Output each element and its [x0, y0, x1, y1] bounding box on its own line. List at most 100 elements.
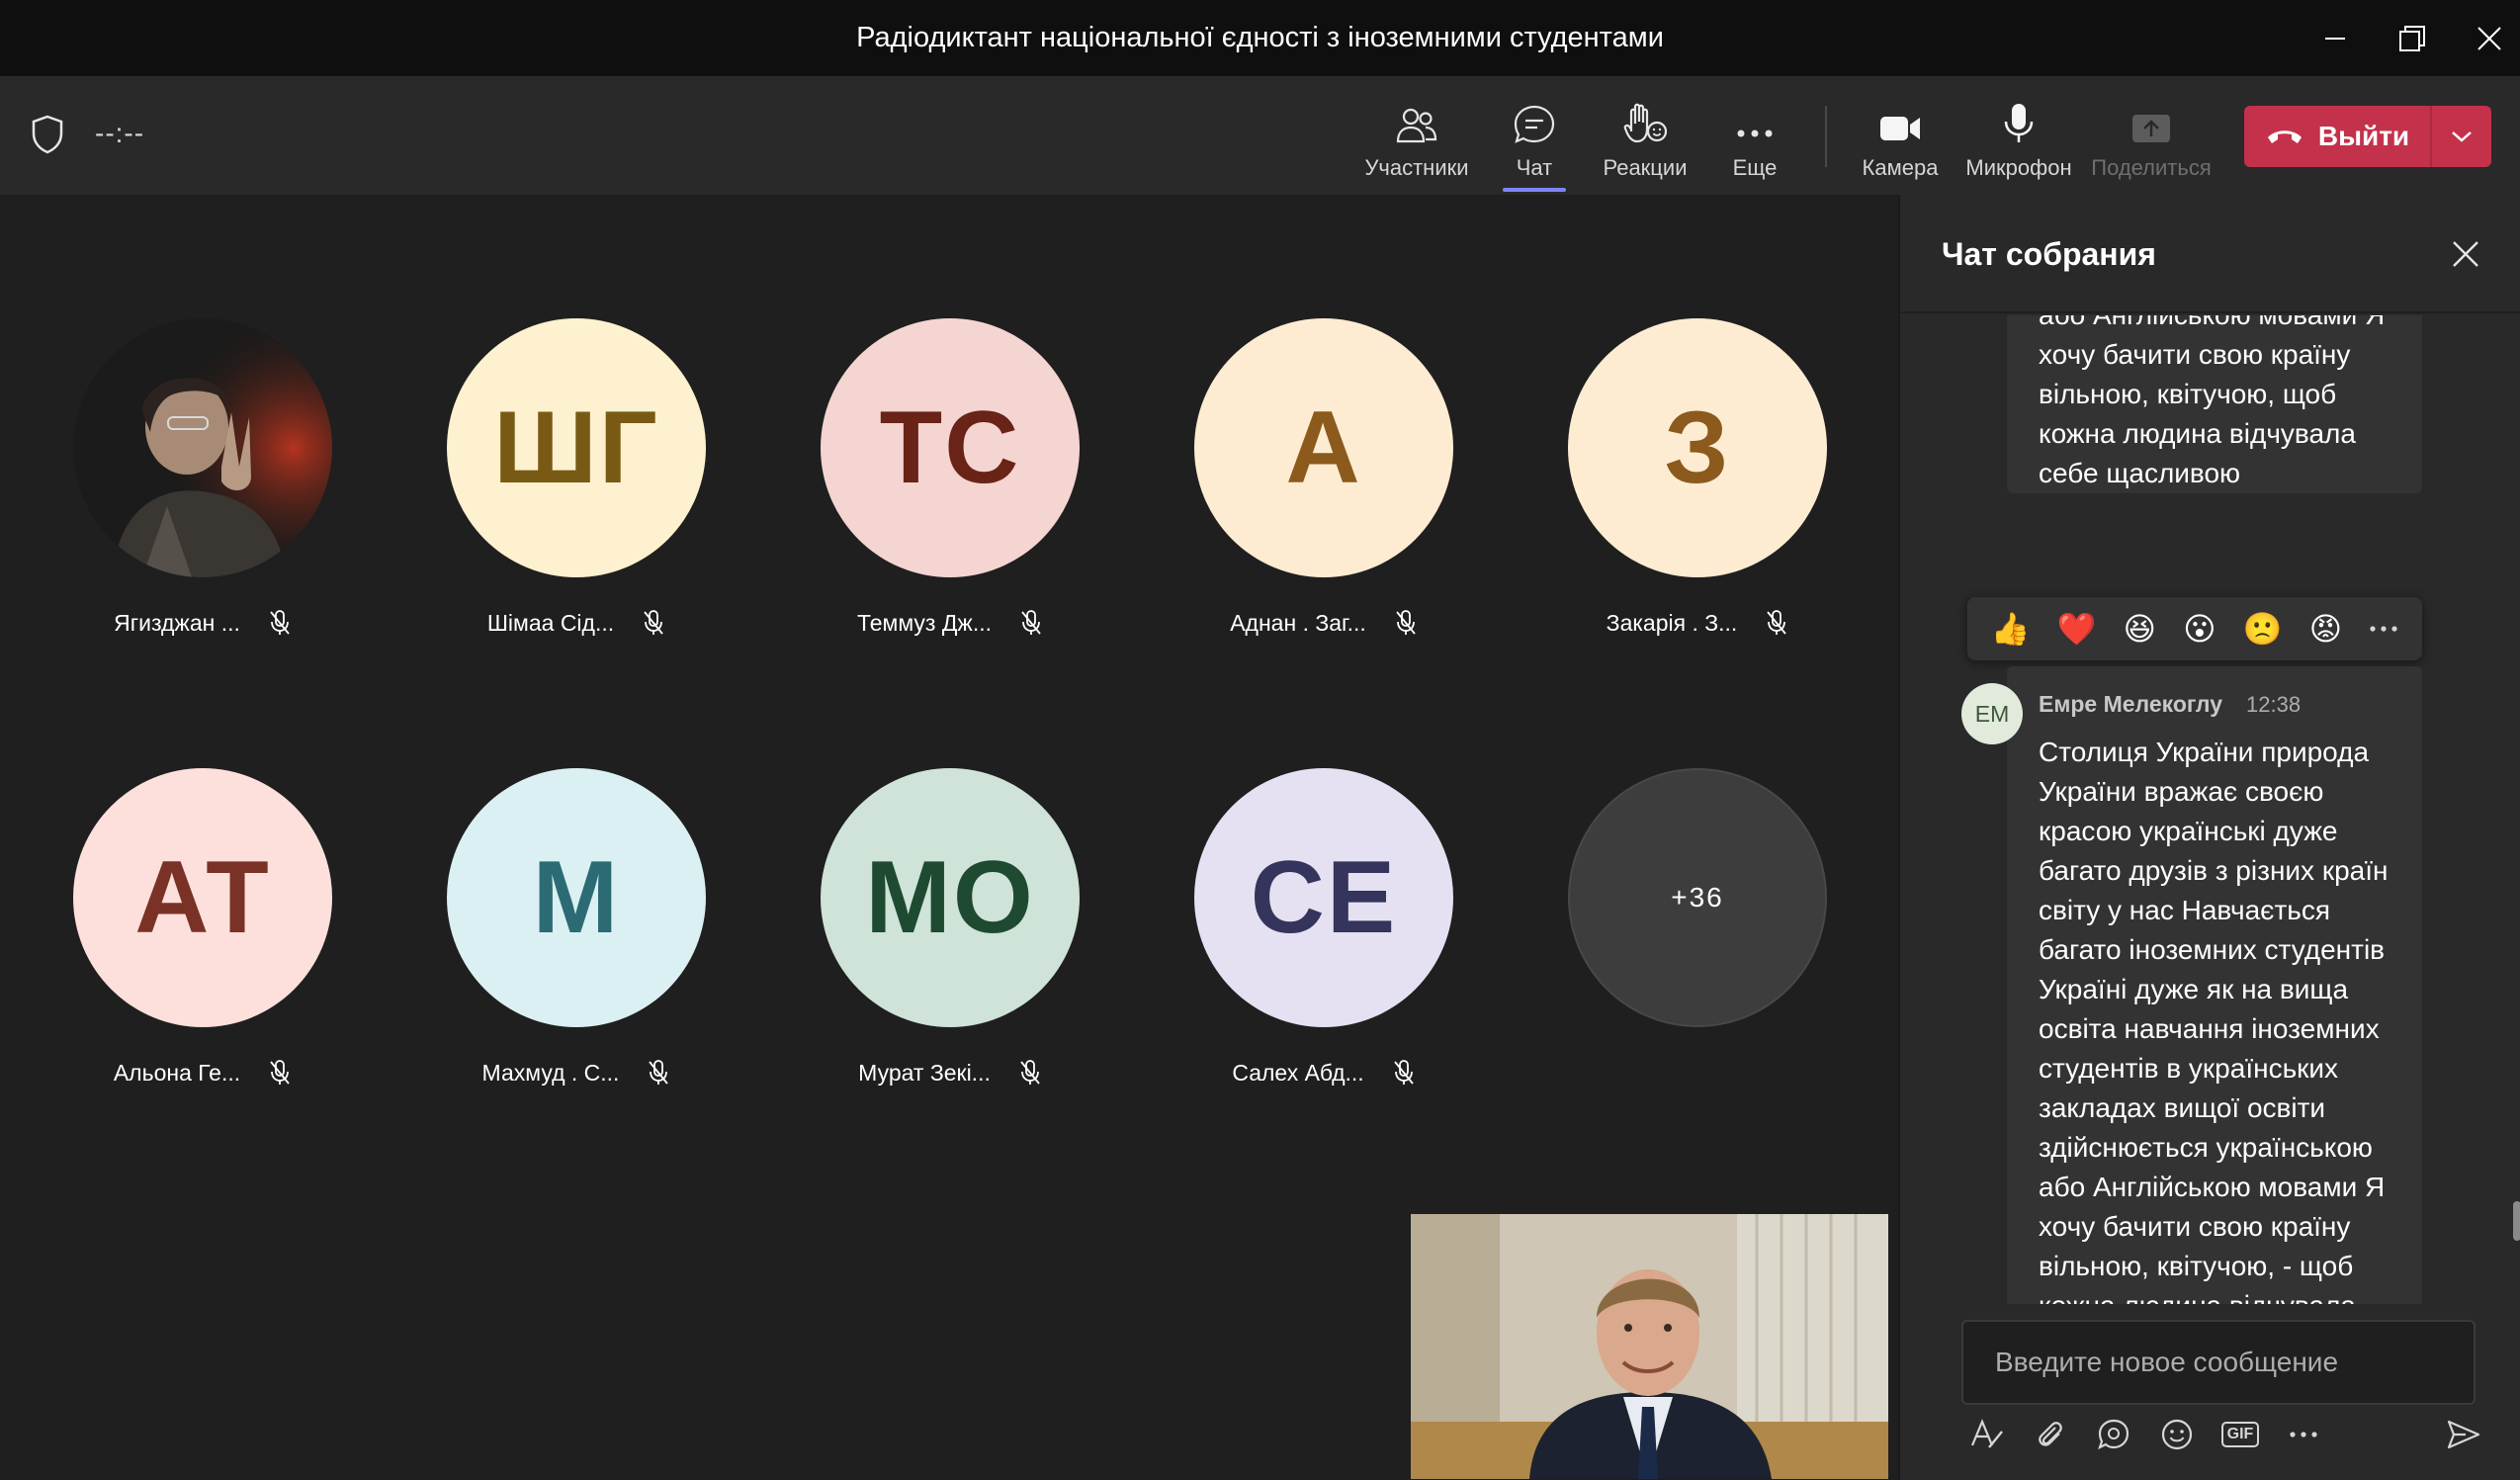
more-compose-options-button[interactable] [2282, 1413, 2325, 1456]
new-message-input[interactable] [1963, 1322, 2474, 1403]
paperclip-icon [2039, 1422, 2062, 1446]
more-options-icon[interactable] [2369, 624, 2398, 634]
microphone-icon [2004, 104, 2034, 142]
loop-icon [2098, 1419, 2129, 1450]
participant-tile[interactable]: ШГ Шімаа Сід... [407, 318, 706, 694]
chevron-down-icon [2452, 131, 2472, 142]
surprised-reaction[interactable]: 😮 [2183, 597, 2216, 660]
chat-message-list[interactable]: або Англійською мовами Я хочу бачити сво… [1900, 315, 2520, 1304]
shield-icon[interactable] [30, 114, 65, 155]
leave-label: Выйти [2317, 121, 2410, 151]
participant-tile[interactable]: СЕ Салех Абд... [1155, 768, 1453, 1144]
toolbar-separator [1825, 106, 1827, 167]
participant-tile[interactable]: ТС Теммуз Дж... [781, 318, 1080, 694]
participant-name-row: Ягизджан ... [73, 609, 332, 637]
chat-header: Чат собрания [1900, 195, 2520, 313]
participants-label: Участники [1364, 155, 1469, 180]
self-view-video[interactable] [1411, 1214, 1888, 1479]
message-author: Емре Мелекоглу [2039, 691, 2222, 717]
participant-name: Закарія . З... [1606, 609, 1738, 636]
laugh-reaction[interactable]: 😆 [2124, 597, 2156, 660]
format-button[interactable] [1965, 1413, 2009, 1456]
restore-button[interactable] [2374, 0, 2451, 76]
close-chat-icon[interactable] [2446, 234, 2485, 274]
participant-name: Аднан . Заг... [1230, 609, 1366, 636]
reactions-label: Реакции [1603, 155, 1688, 180]
participant-tile[interactable]: МО Мурат Зекі... [781, 768, 1080, 1144]
sad-reaction[interactable]: 🙁 [2243, 597, 2283, 660]
camera-icon [1880, 117, 1920, 140]
participant-name-row: Салех Абд... [1194, 1059, 1453, 1087]
people-icon [1396, 108, 1437, 143]
loop-button[interactable] [2092, 1413, 2135, 1456]
message-text: або Англійською мовами Я хочу бачити сво… [2039, 315, 2385, 488]
mic-muted-icon [270, 1060, 290, 1085]
self-view-photo [1411, 1214, 1888, 1479]
more-button[interactable]: Еще [1720, 96, 1789, 185]
overflow-participants-tile[interactable]: +36 [1528, 768, 1827, 1144]
send-button[interactable] [2442, 1413, 2485, 1456]
angry-reaction[interactable]: 😡 [2309, 597, 2342, 660]
compose-box [1961, 1320, 2476, 1405]
participant-tile[interactable]: З Закарія . З... [1528, 318, 1827, 694]
participant-avatar: СЕ [1194, 768, 1453, 1027]
window-title: Радіодиктант національної єдності з іноз… [856, 22, 1664, 53]
camera-button[interactable]: Камера [1859, 96, 1942, 185]
microphone-button[interactable]: Микрофон [1963, 96, 2074, 185]
participant-name-row: Мурат Зекі... [821, 1059, 1080, 1087]
participants-button[interactable]: Участники [1358, 96, 1475, 185]
participant-name-row: Махмуд . С... [447, 1059, 706, 1087]
participant-avatar: ШГ [447, 318, 706, 577]
title-bar: Радіодиктант національної єдності з іноз… [0, 0, 2520, 76]
participant-name-row: Шімаа Сід... [447, 609, 706, 637]
leave-button[interactable]: Выйти [2244, 106, 2430, 167]
compose-toolbar: GIF [1961, 1413, 2495, 1462]
message-text: Столиця України природа України вражає с… [2039, 737, 2389, 1304]
participant-video [73, 318, 332, 577]
reactions-button[interactable]: Реакции [1602, 96, 1689, 185]
close-icon [2477, 26, 2501, 50]
participant-name: Альона Ге... [113, 1059, 241, 1086]
mic-muted-icon [1021, 610, 1041, 635]
attach-button[interactable] [2029, 1413, 2072, 1456]
hang-up-icon [2267, 131, 2302, 143]
participant-avatar: М [447, 768, 706, 1027]
mic-muted-icon [1396, 610, 1416, 635]
participant-avatar: МО [821, 768, 1080, 1027]
minimize-icon [2325, 37, 2345, 40]
share-button[interactable]: Поделиться [2091, 96, 2212, 185]
participant-photo [73, 318, 332, 577]
participant-tile[interactable]: А Аднан . Заг... [1155, 318, 1453, 694]
message-header: Емре Мелекоглу 12:38 [2039, 691, 2301, 718]
share-label: Поделиться [2091, 155, 2212, 180]
participant-tile[interactable]: Ягизджан ... [34, 318, 332, 694]
participant-name-row: Теммуз Дж... [821, 609, 1080, 637]
chat-title: Чат собрания [1942, 236, 2156, 272]
overflow-count: +36 [1568, 768, 1827, 1027]
chat-button[interactable]: Чат [1503, 96, 1566, 185]
send-icon [2447, 1420, 2480, 1449]
participant-avatar: АТ [73, 768, 332, 1027]
heart-reaction[interactable]: ❤️ [2057, 597, 2097, 660]
participant-avatar: ТС [821, 318, 1080, 577]
thumbs-up-reaction[interactable]: 👍 [1991, 597, 2031, 660]
participant-name: Мурат Зекі... [858, 1059, 991, 1086]
mic-muted-icon [270, 610, 290, 635]
meeting-timer: --:-- [95, 118, 145, 148]
participant-tile[interactable]: М Махмуд . С... [407, 768, 706, 1144]
minimize-button[interactable] [2297, 0, 2374, 76]
participant-name: Шімаа Сід... [486, 609, 615, 636]
mic-muted-icon [644, 610, 663, 635]
chat-scrollbar[interactable] [2513, 1201, 2520, 1241]
gif-button[interactable]: GIF [2218, 1413, 2262, 1456]
emoji-button[interactable] [2155, 1413, 2199, 1456]
participant-name-row: Аднан . Заг... [1194, 609, 1453, 637]
leave-options-button[interactable] [2432, 106, 2491, 167]
microphone-label: Микрофон [1965, 155, 2072, 180]
participant-name: Теммуз Дж... [856, 609, 992, 636]
participant-name-row: Закарія . З... [1568, 609, 1827, 637]
participant-avatar: З [1568, 318, 1827, 577]
participant-tile[interactable]: АТ Альона Ге... [34, 768, 332, 1144]
close-window-button[interactable] [2451, 0, 2520, 76]
format-text-icon [1970, 1419, 2003, 1448]
